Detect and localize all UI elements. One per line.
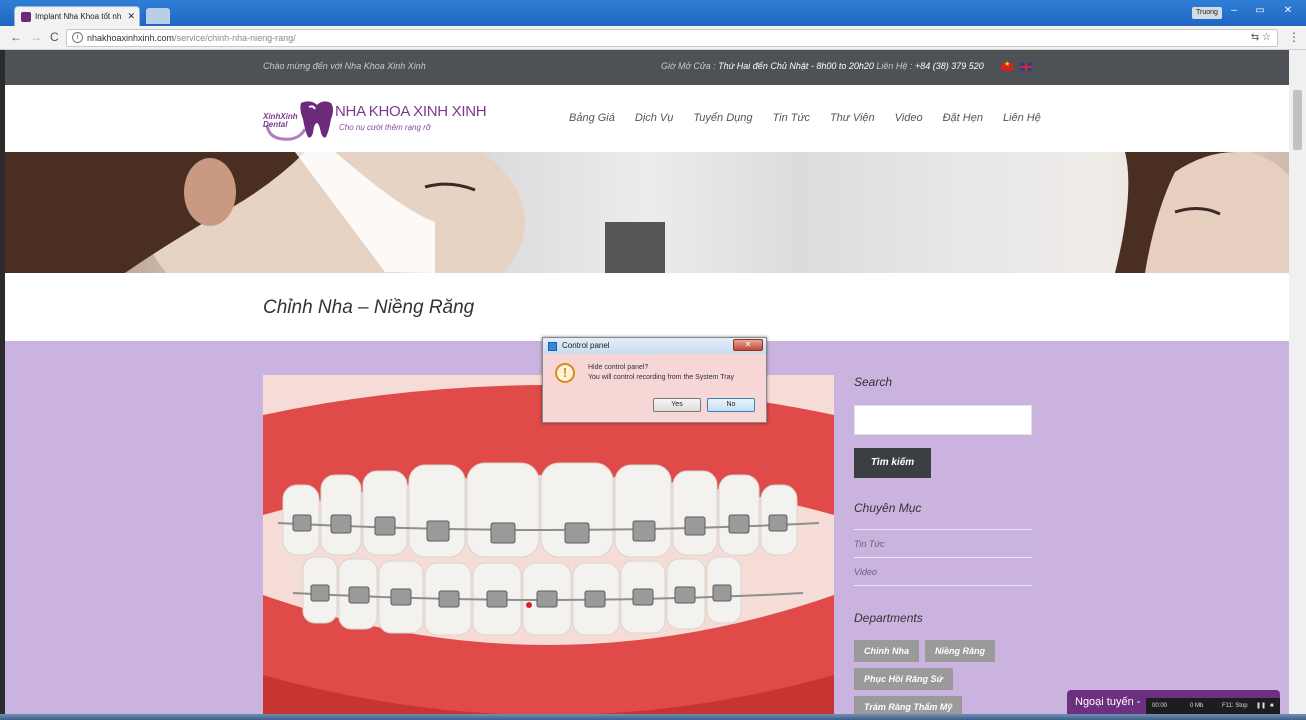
control-panel-dialog: Control panel ✕ ! Hide control panel? Yo… [542,337,767,423]
dialog-title: Control panel [562,341,610,350]
browser-tab-title: Implant Nha Khoa tốt nh [35,12,122,21]
minimize-icon[interactable]: – [1222,4,1246,18]
windows-taskbar [0,714,1306,720]
site-logo[interactable]: XinhXinh Dental NHA KHOA XINH XINH Cho nụ… [261,99,487,143]
recording-size: 0 Mb [1190,703,1204,709]
site-info-icon[interactable]: i [72,32,83,43]
phone-number: +84 (38) 379 520 [914,61,984,71]
browser-menu-icon[interactable]: ⋮ [1288,30,1300,44]
site-header: XinhXinh Dental NHA KHOA XINH XINH Cho nụ… [5,85,1289,152]
divider [854,585,1032,586]
recording-time: 00:00 [1152,703,1168,709]
main-navigation: Bảng Giá Dịch Vụ Tuyển Dụng Tin Tức Thư … [569,112,1061,124]
browser-tab[interactable]: Implant Nha Khoa tốt nh ✕ [14,6,140,26]
recorder-bar: 00:00 0 Mb F11: Stop ❚❚ ■ [1146,698,1280,714]
app-icon [548,342,557,351]
page-scrollbar[interactable] [1289,50,1306,720]
search-input[interactable] [854,405,1032,435]
divider [854,557,1032,558]
department-tag-nieng-rang[interactable]: Niềng Răng [925,640,996,662]
logo-slogan: Cho nụ cười thêm rạng rỡ [339,123,431,132]
nav-item-dich-vu[interactable]: Dịch Vụ [635,112,674,124]
warning-icon: ! [555,363,575,383]
scrollbar-thumb[interactable] [1293,90,1302,150]
nav-item-thu-vien[interactable]: Thư Viện [830,112,875,124]
dialog-close-button[interactable]: ✕ [733,339,763,351]
page-title: Chỉnh Nha – Niềng Răng [263,297,475,318]
departments-heading: Departments [854,611,923,625]
url-domain: nhakhoaxinhxinh.com [87,33,175,43]
window-close-icon[interactable]: ✕ [1276,4,1300,18]
nav-item-tin-tuc[interactable]: Tin Tức [773,112,810,124]
nav-item-lien-he[interactable]: Liên Hệ [1003,112,1041,124]
url-path: /service/chinh-nha-nieng-rang/ [174,33,296,43]
category-item-video[interactable]: Video [854,567,877,577]
search-heading: Search [854,375,893,389]
braces-teeth-image [263,375,834,720]
site-favicon-icon [21,11,31,22]
site-top-bar: Chào mừng đến với Nha Khoa Xinh Xinh Giờ… [5,50,1289,85]
nav-item-tuyen-dung[interactable]: Tuyển Dụng [693,112,752,124]
nav-item-dat-hen[interactable]: Đặt Hẹn [943,112,983,124]
reload-icon[interactable]: C [50,30,59,44]
maximize-icon[interactable]: ▭ [1248,4,1272,18]
tab-close-icon[interactable]: ✕ [127,11,139,22]
braces-photo [263,375,834,720]
bookmark-star-icon[interactable]: ☆ [1262,32,1271,43]
hero-banner-image [5,152,1289,273]
logo-mark-text: XinhXinh Dental [263,112,298,129]
stop-icon[interactable]: ■ [1270,698,1274,714]
new-tab-button[interactable] [146,8,170,24]
no-button[interactable]: No [707,398,755,412]
translate-icon[interactable]: ⇆ [1251,32,1259,43]
welcome-text: Chào mừng đến với Nha Khoa Xinh Xinh [263,61,426,71]
browser-tab-strip: Implant Nha Khoa tốt nh ✕ Truong – ▭ ✕ [0,0,1306,26]
nav-item-bang-gia[interactable]: Bảng Giá [569,112,615,124]
profile-badge[interactable]: Truong [1192,7,1222,19]
opening-hours: Giờ Mở Cửa : Thứ Hai đến Chủ Nhật - 8h00… [661,61,984,71]
dialog-detail: You will control recording from the Syst… [588,374,735,381]
categories-heading: Chuyên Mục [854,501,922,515]
dialog-message: Hide control panel? [588,364,649,371]
dialog-titlebar: Control panel ✕ [543,338,766,354]
back-icon[interactable]: ← [10,30,22,44]
english-flag-icon[interactable] [1020,63,1032,71]
search-button[interactable]: Tìm kiếm [854,448,931,478]
browser-toolbar: ← → C i nhakhoaxinhxinh.com/service/chin… [0,26,1306,50]
sidebar: Search Tìm kiếm Chuyên Mục Tin Tức Video… [854,341,1034,720]
department-tag-chinh-nha[interactable]: Chỉnh Nha [854,640,919,662]
department-tag-phuc-hoi-rang-su[interactable]: Phục Hồi Răng Sứ [854,668,953,690]
page-title-bar: Chỉnh Nha – Niềng Răng [5,273,1289,341]
logo-name: NHA KHOA XINH XINH [335,103,487,120]
banner-photo [5,152,1289,273]
forward-icon[interactable]: → [30,30,42,44]
pause-icon[interactable]: ❚❚ [1256,698,1266,714]
category-item-tin-tuc[interactable]: Tin Tức [854,539,885,549]
yes-button[interactable]: Yes [653,398,701,412]
stop-shortcut[interactable]: F11: Stop [1222,698,1248,714]
vietnamese-flag-icon[interactable] [1001,60,1013,71]
nav-item-video[interactable]: Video [895,112,923,124]
chat-status-label: Ngoại tuyến - [1075,696,1141,708]
address-bar[interactable]: i nhakhoaxinhxinh.com/service/chinh-nha-… [66,29,1278,47]
divider [854,529,1032,530]
